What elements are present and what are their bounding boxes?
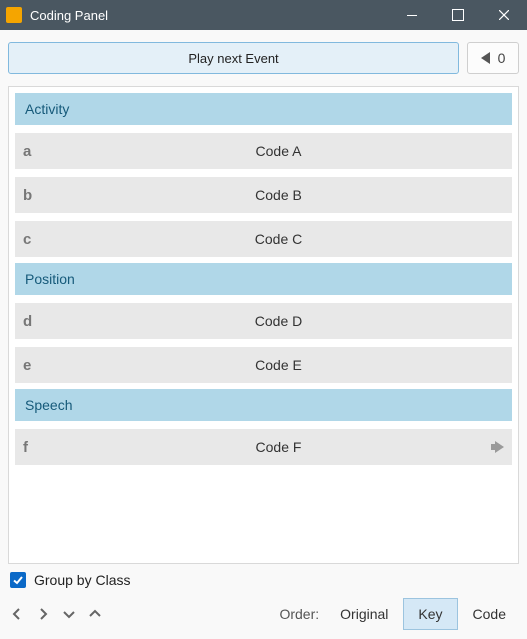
code-label: Code E: [45, 357, 512, 373]
nav-next-button[interactable]: [30, 599, 56, 629]
back-triangle-icon: [481, 52, 490, 64]
code-row[interactable]: d Code D: [15, 303, 512, 339]
window-maximize-button[interactable]: [435, 0, 481, 30]
code-key: b: [15, 187, 45, 204]
code-label: Code B: [45, 187, 512, 203]
code-row[interactable]: b Code B: [15, 177, 512, 213]
play-next-event-label: Play next Event: [188, 51, 278, 66]
group-title: Position: [25, 271, 75, 287]
code-key: f: [15, 439, 45, 456]
order-label: Order:: [279, 606, 319, 622]
code-key: e: [15, 357, 45, 374]
group-header-position: Position: [15, 263, 512, 295]
order-option-original[interactable]: Original: [325, 598, 403, 630]
footer-nav: Order: Original Key Code: [0, 596, 527, 634]
window-minimize-button[interactable]: [389, 0, 435, 30]
code-row[interactable]: f Code F: [15, 429, 512, 465]
order-option-code[interactable]: Code: [458, 598, 521, 630]
code-label: Code D: [45, 313, 512, 329]
app-icon: [6, 7, 22, 23]
code-label: Code F: [45, 439, 512, 455]
play-next-event-button[interactable]: Play next Event: [8, 42, 459, 74]
window-title: Coding Panel: [30, 8, 389, 23]
code-row[interactable]: e Code E: [15, 347, 512, 383]
code-key: c: [15, 231, 45, 248]
code-key: a: [15, 143, 45, 160]
titlebar: Coding Panel: [0, 0, 527, 30]
nav-prev-button[interactable]: [4, 599, 30, 629]
code-row[interactable]: a Code A: [15, 133, 512, 169]
group-title: Speech: [25, 397, 72, 413]
footer-options: Group by Class: [0, 564, 527, 596]
code-row[interactable]: c Code C: [15, 221, 512, 257]
group-by-class-label: Group by Class: [34, 572, 130, 588]
nav-up-button[interactable]: [82, 599, 108, 629]
window-close-button[interactable]: [481, 0, 527, 30]
counter-value: 0: [498, 50, 506, 66]
order-option-key[interactable]: Key: [403, 598, 457, 630]
code-label: Code C: [45, 231, 512, 247]
code-list: Activity a Code A b Code B c Code C Posi…: [8, 86, 519, 564]
event-counter[interactable]: 0: [467, 42, 519, 74]
group-title: Activity: [25, 101, 69, 117]
toolbar: Play next Event 0: [0, 30, 527, 86]
nav-down-button[interactable]: [56, 599, 82, 629]
group-header-speech: Speech: [15, 389, 512, 421]
group-header-activity: Activity: [15, 93, 512, 125]
code-label: Code A: [45, 143, 512, 159]
group-by-class-checkbox[interactable]: [10, 572, 26, 588]
arrow-right-icon: [495, 441, 504, 453]
code-key: d: [15, 313, 45, 330]
